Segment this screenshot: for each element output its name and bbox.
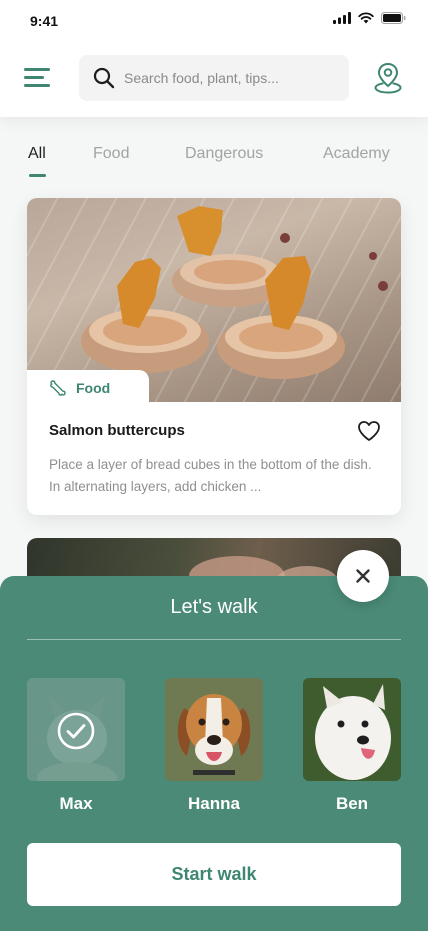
dog-photo-ben (303, 678, 401, 781)
selected-overlay (27, 678, 125, 781)
active-tab-indicator (29, 174, 46, 177)
start-walk-button[interactable]: Start walk (27, 843, 401, 906)
search-bar[interactable] (79, 55, 349, 101)
category-tag[interactable]: Food (27, 370, 149, 406)
category-tag-label: Food (76, 380, 111, 396)
status-time: 9:41 (30, 13, 59, 29)
divider (27, 639, 401, 640)
dog-avatar (165, 678, 263, 781)
article-card[interactable]: Food Salmon buttercups Place a layer of … (27, 198, 401, 515)
menu-icon (24, 68, 50, 71)
search-icon (93, 67, 115, 89)
dog-avatar (303, 678, 401, 781)
walk-sheet: Let's walk Max Hanna Ben Start walk (0, 576, 428, 931)
close-icon (356, 569, 370, 583)
top-bar: 9:41 (0, 0, 428, 117)
bone-icon (50, 380, 66, 396)
favorite-button[interactable] (357, 420, 381, 442)
wifi-icon (358, 12, 374, 24)
check-circle-icon (57, 712, 95, 750)
tab-dangerous[interactable]: Dangerous (185, 145, 263, 163)
location-button[interactable] (374, 62, 402, 94)
tab-all[interactable]: All (28, 145, 46, 163)
card-description: Place a layer of bread cubes in the bott… (49, 457, 372, 494)
battery-icon (381, 12, 406, 24)
dog-option-hanna[interactable]: Hanna (165, 678, 263, 814)
heart-icon (358, 421, 380, 441)
tab-academy[interactable]: Academy (323, 145, 390, 163)
dog-option-max[interactable]: Max (27, 678, 125, 814)
dog-name: Hanna (188, 794, 240, 813)
tab-food[interactable]: Food (93, 145, 129, 163)
location-pin-icon (374, 62, 402, 94)
category-tabs: All Food Dangerous Academy (0, 145, 428, 181)
close-button[interactable] (337, 550, 389, 602)
menu-button[interactable] (24, 64, 52, 90)
card-title: Salmon buttercups (49, 422, 185, 439)
menu-icon-line (24, 84, 50, 87)
search-input[interactable] (124, 55, 339, 101)
dog-avatar (27, 678, 125, 781)
dog-name: Ben (335, 794, 369, 813)
menu-icon-line (24, 76, 44, 79)
dog-name: Max (59, 794, 93, 813)
status-icons (333, 12, 406, 24)
signal-icon (333, 12, 351, 24)
dog-photo-hanna (165, 678, 263, 781)
dog-option-ben[interactable]: Ben (303, 678, 401, 814)
